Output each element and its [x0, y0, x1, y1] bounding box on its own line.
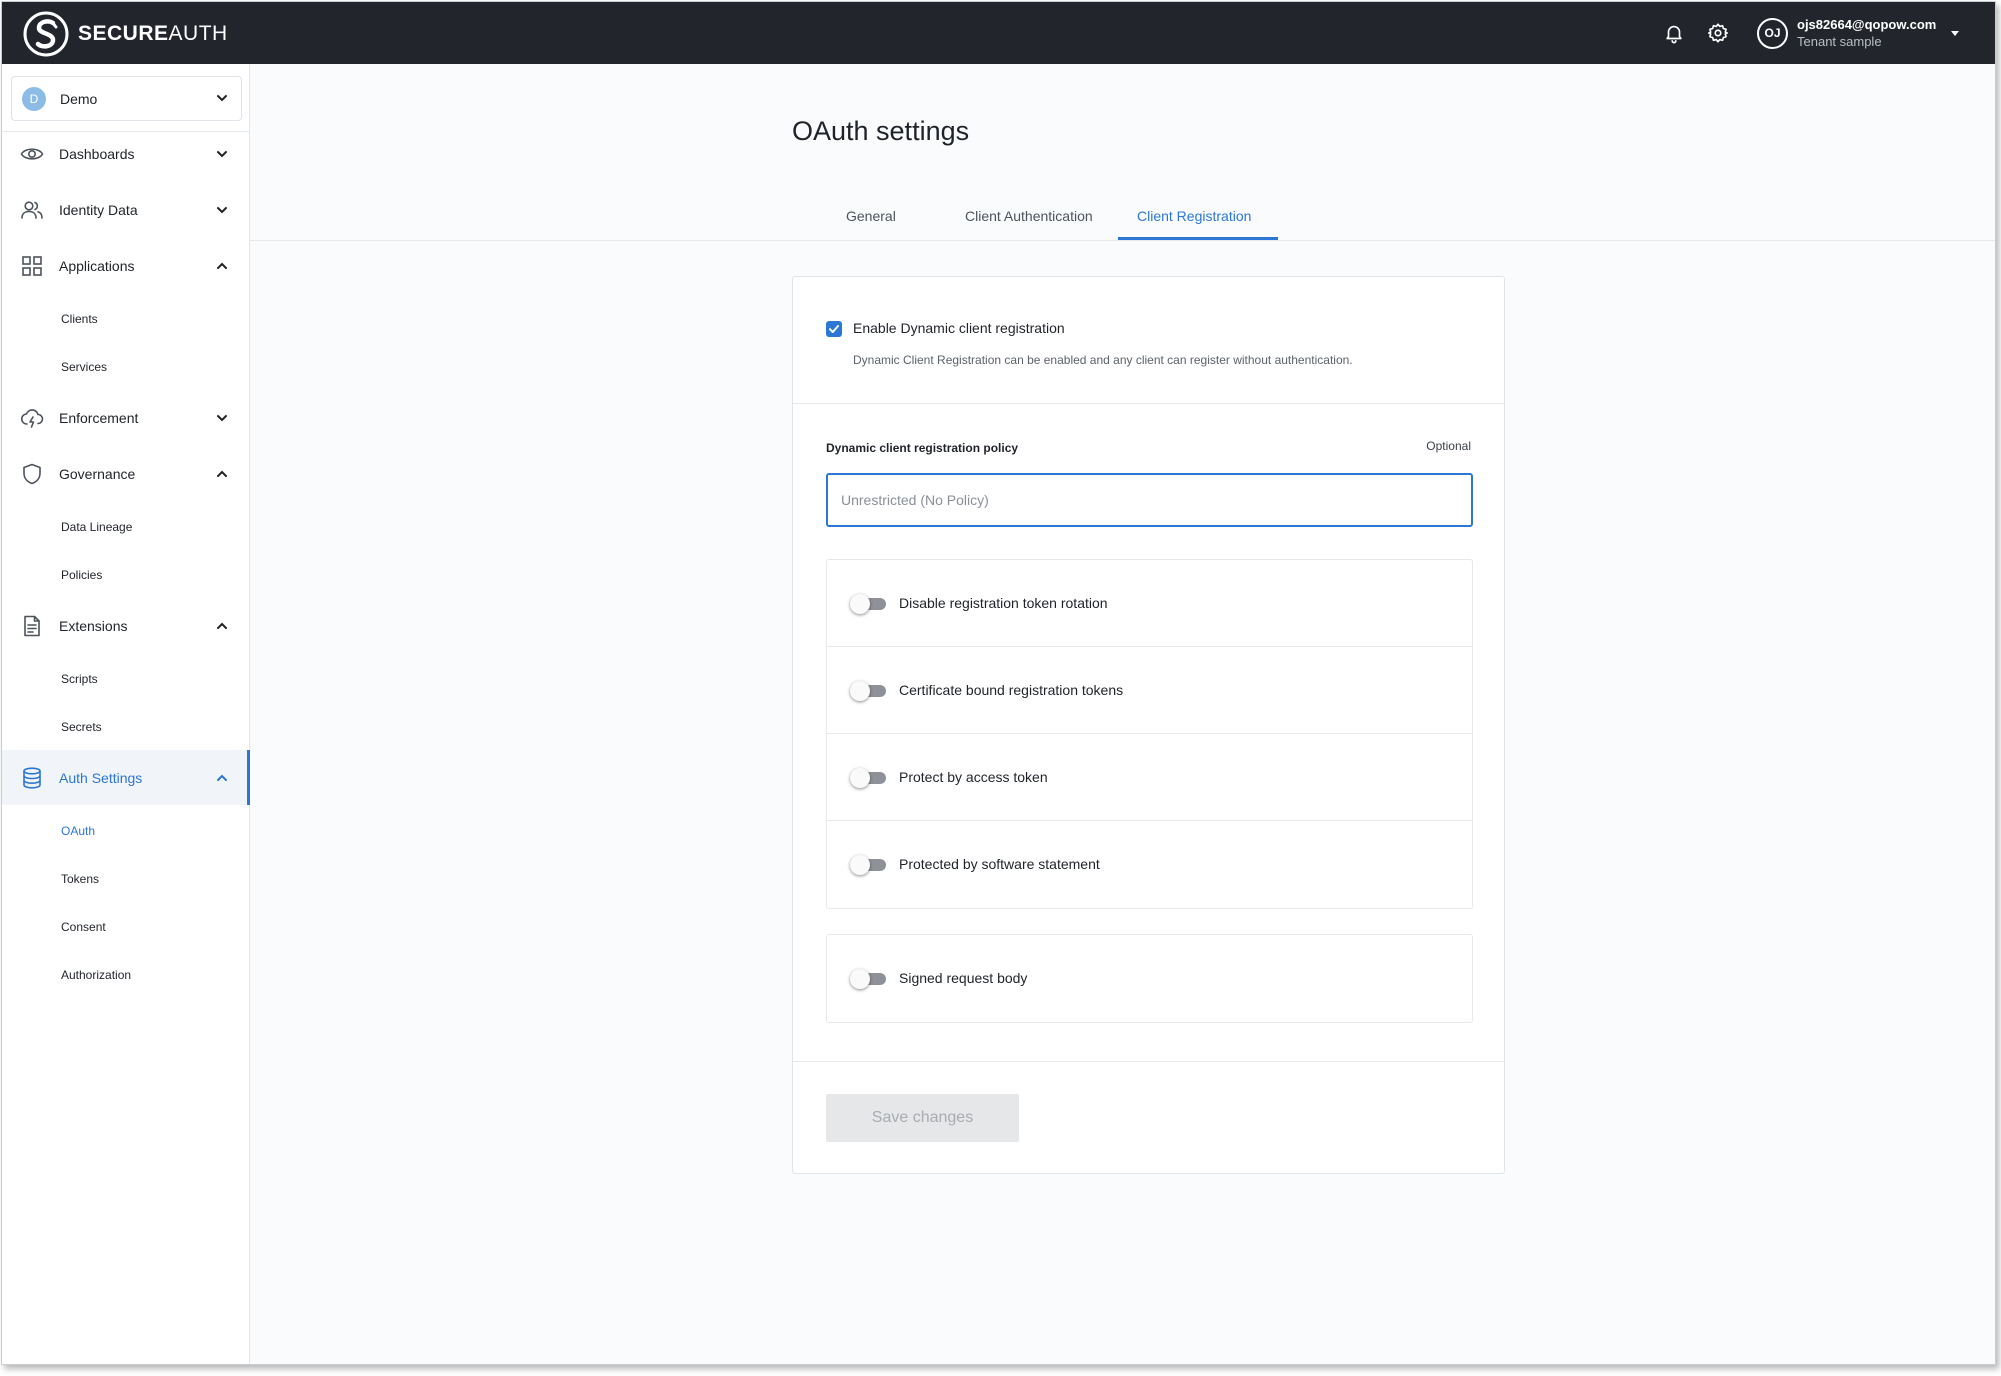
sidebar-subitem-clients[interactable]: Clients	[61, 312, 98, 326]
certificate-bound-tokens-switch[interactable]	[850, 681, 886, 701]
software-statement-switch[interactable]	[850, 855, 886, 875]
sidebar-item-extensions[interactable]: Extensions	[2, 598, 249, 653]
database-icon	[19, 765, 45, 791]
sidebar-subitem-scripts[interactable]: Scripts	[61, 672, 98, 686]
sidebar-subitem-data-lineage[interactable]: Data Lineage	[61, 520, 132, 534]
toggle-row: Disable registration token rotation	[827, 560, 1472, 647]
save-changes-button[interactable]: Save changes	[826, 1094, 1019, 1142]
signed-request-body-switch[interactable]	[850, 969, 886, 989]
toggle-row: Certificate bound registration tokens	[827, 647, 1472, 734]
sidebar-item-enforcement[interactable]: Enforcement	[2, 390, 249, 445]
toggle-row: Protect by access token	[827, 734, 1472, 821]
tenant-name: Demo	[60, 90, 98, 107]
sidebar-subitem-consent[interactable]: Consent	[61, 920, 106, 934]
chevron-up-icon	[215, 619, 229, 633]
settings-gear-icon[interactable]	[1705, 20, 1731, 46]
user-email: ojs82664@qopow.com	[1797, 16, 1937, 32]
user-avatar[interactable]: OJ	[1757, 17, 1788, 49]
sidebar: D Demo Dashboards Identity Data Applicat…	[2, 64, 250, 1364]
disable-token-rotation-switch[interactable]	[850, 594, 886, 614]
chevron-up-icon	[215, 259, 229, 273]
client-registration-card: Enable Dynamic client registration Dynam…	[792, 276, 1505, 1174]
chevron-up-icon	[215, 467, 229, 481]
sidebar-item-label: Auth Settings	[59, 769, 143, 786]
enable-dynamic-registration-label[interactable]: Enable Dynamic client registration	[853, 320, 1065, 336]
shield-icon	[19, 461, 45, 487]
user-tenant: Tenant sample	[1797, 33, 1882, 49]
chevron-up-icon	[215, 771, 229, 785]
toggle-label: Disable registration token rotation	[899, 595, 1108, 611]
users-icon	[19, 197, 45, 223]
card-divider	[793, 1061, 1504, 1062]
sidebar-item-label: Governance	[59, 465, 136, 482]
sidebar-item-label: Enforcement	[59, 409, 139, 426]
top-bar-actions: OJ ojs82664@qopow.com Tenant sample	[1661, 2, 1995, 64]
sidebar-item-label: Identity Data	[59, 201, 138, 218]
protect-by-access-token-switch[interactable]	[850, 768, 886, 788]
sidebar-subitem-secrets[interactable]: Secrets	[61, 720, 102, 734]
toggle-row: Signed request body	[827, 935, 1472, 1022]
caret-down-icon[interactable]	[1949, 27, 1963, 39]
registration-toggles-group: Disable registration token rotation Cert…	[826, 559, 1473, 909]
notifications-bell-icon[interactable]	[1661, 20, 1687, 46]
policy-field-label: Dynamic client registration policy	[826, 441, 1019, 455]
toggle-label: Signed request body	[899, 970, 1028, 986]
active-tab-indicator	[1118, 237, 1278, 240]
user-menu[interactable]: ojs82664@qopow.com Tenant sample	[1797, 17, 1949, 50]
sidebar-subitem-policies[interactable]: Policies	[61, 568, 102, 582]
tenant-badge: D	[22, 86, 46, 111]
toggle-row: Protected by software statement	[827, 821, 1472, 908]
card-divider	[793, 403, 1504, 404]
chevron-down-icon	[215, 203, 229, 217]
tab-general[interactable]: General	[846, 208, 896, 224]
sidebar-subitem-tokens[interactable]: Tokens	[61, 872, 99, 886]
eye-icon	[19, 141, 45, 167]
chevron-down-icon	[215, 147, 229, 161]
document-icon	[19, 613, 45, 639]
toggle-label: Protected by software statement	[899, 856, 1100, 872]
sidebar-item-identity-data[interactable]: Identity Data	[2, 182, 249, 237]
sidebar-subitem-authorization[interactable]: Authorization	[61, 968, 131, 982]
toggle-label: Certificate bound registration tokens	[899, 682, 1124, 698]
sidebar-item-dashboards[interactable]: Dashboards	[2, 126, 249, 181]
sidebar-item-label: Dashboards	[59, 145, 135, 162]
sidebar-item-label: Extensions	[59, 617, 128, 634]
sidebar-item-label: Applications	[59, 257, 135, 274]
chevron-down-icon	[215, 91, 229, 110]
brand-name: SECUREAUTH	[78, 22, 228, 45]
checkmark-icon	[829, 325, 839, 333]
toggle-label: Protect by access token	[899, 769, 1048, 785]
tab-client-authentication[interactable]: Client Authentication	[965, 208, 1093, 224]
sidebar-subitem-services[interactable]: Services	[61, 360, 107, 374]
cloud-bolt-icon	[19, 405, 45, 431]
secureauth-logo-icon	[23, 11, 69, 57]
enable-dynamic-registration-checkbox[interactable]	[826, 321, 842, 337]
tabs-divider	[250, 240, 1995, 241]
chevron-down-icon	[215, 411, 229, 425]
signed-request-group: Signed request body	[826, 934, 1473, 1023]
dynamic-registration-help-text: Dynamic Client Registration can be enabl…	[853, 353, 1353, 367]
policy-optional-label: Optional	[1426, 439, 1471, 453]
app-window: SECUREAUTH OJ ojs82664@qopow.com Tenant …	[1, 1, 1996, 1365]
brand-logo[interactable]: SECUREAUTH	[22, 10, 228, 58]
sidebar-item-applications[interactable]: Applications	[2, 238, 249, 293]
policy-input[interactable]	[826, 473, 1473, 527]
grid-icon	[19, 253, 45, 279]
page-title: OAuth settings	[792, 116, 970, 146]
top-bar: SECUREAUTH OJ ojs82664@qopow.com Tenant …	[2, 2, 1995, 64]
sidebar-subitem-oauth[interactable]: OAuth	[61, 824, 95, 838]
sidebar-item-governance[interactable]: Governance	[2, 446, 249, 501]
tab-client-registration[interactable]: Client Registration	[1137, 208, 1251, 224]
tenant-selector[interactable]: D Demo	[11, 76, 242, 121]
sidebar-item-auth-settings[interactable]: Auth Settings	[2, 750, 250, 805]
